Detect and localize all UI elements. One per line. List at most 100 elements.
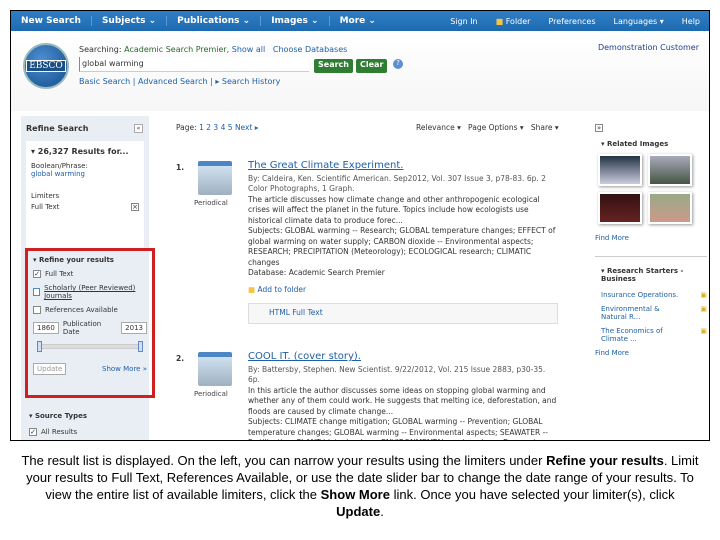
- publication-type: Periodical: [194, 199, 228, 207]
- update-button[interactable]: Update: [33, 363, 67, 375]
- caption-text: link. Once you have selected your limite…: [389, 487, 675, 502]
- preferences-link[interactable]: Preferences: [539, 17, 604, 26]
- clear-button[interactable]: Clear: [356, 59, 388, 73]
- related-image[interactable]: [648, 154, 692, 186]
- result-database: Database: Academic Search Premier: [248, 268, 385, 277]
- expand-icon[interactable]: »: [595, 124, 603, 132]
- publication-type: Periodical: [194, 390, 228, 398]
- limiters-label: Limiters: [31, 192, 60, 200]
- scholarly-label[interactable]: Scholarly (Peer Reviewed) Journals: [44, 284, 147, 300]
- refine-results-title[interactable]: ▾ Refine your results: [33, 256, 147, 264]
- customer-name: Demonstration Customer: [597, 43, 699, 52]
- limiter-full-text: Full Text: [31, 203, 60, 211]
- search-header: EBSCO Searching: Academic Search Premier…: [11, 31, 709, 111]
- page-2[interactable]: 2: [206, 123, 211, 132]
- help-icon[interactable]: ?: [393, 59, 403, 69]
- related-image[interactable]: [648, 192, 692, 224]
- nav-publications[interactable]: Publications ⌄: [167, 16, 262, 26]
- publication-date-label: Publication Date: [62, 320, 102, 336]
- refine-search-title: Refine Search: [26, 124, 89, 133]
- page-4[interactable]: 4: [221, 123, 226, 132]
- from-year-input[interactable]: 1860: [33, 322, 59, 334]
- show-all-link[interactable]: Show all: [232, 45, 265, 54]
- slider-handle-right[interactable]: [138, 341, 143, 352]
- search-input[interactable]: global warming: [79, 57, 309, 72]
- result-source: By: Battersby, Stephen. New Scientist. 9…: [248, 364, 546, 385]
- nav-new-search[interactable]: New Search: [11, 16, 92, 26]
- choose-databases-link[interactable]: Choose Databases: [273, 45, 347, 54]
- full-text-checkbox[interactable]: ✓: [33, 270, 41, 278]
- current-search-box: ▾ 26,327 Results for... Boolean/Phrase: …: [26, 141, 144, 251]
- result-number: 2.: [176, 354, 185, 363]
- result-options: Relevance ▾ Page Options ▾ Share ▾: [416, 123, 559, 132]
- result-abstract: The article discusses how climate change…: [248, 194, 540, 225]
- database-name: Academic Search Premier,: [124, 45, 230, 54]
- remove-limiter-icon[interactable]: ×: [131, 203, 139, 211]
- right-column: » ▾ Related Images Find More ▾ Research …: [595, 116, 707, 357]
- html-full-text-link[interactable]: HTML Full Text: [248, 303, 558, 324]
- related-image[interactable]: [598, 154, 642, 186]
- nav-more[interactable]: More ⌄: [330, 16, 386, 26]
- full-text-label: Full Text: [45, 270, 74, 278]
- searching-line: Searching: Academic Search Premier, Show…: [79, 45, 347, 54]
- search-button[interactable]: Search: [314, 59, 353, 73]
- result-source: By: Caldeira, Ken. Scientific American. …: [248, 173, 546, 194]
- result-abstract: In this article the author discusses som…: [248, 385, 557, 416]
- nav-subjects[interactable]: Subjects ⌄: [92, 16, 168, 26]
- related-images-title[interactable]: ▾ Related Images: [601, 140, 707, 148]
- page-options-menu[interactable]: Page Options ▾: [468, 123, 524, 132]
- share-menu[interactable]: Share ▾: [531, 123, 559, 132]
- page-5[interactable]: 5: [228, 123, 233, 132]
- help-link[interactable]: Help: [673, 17, 709, 26]
- sort-menu[interactable]: Relevance ▾: [416, 123, 461, 132]
- next-page[interactable]: Next ▸: [235, 123, 259, 132]
- add-to-folder-link[interactable]: ■ Add to folder: [248, 285, 558, 296]
- page-1[interactable]: 1: [199, 123, 204, 132]
- find-more-images-link[interactable]: Find More: [595, 234, 707, 242]
- search-history-link[interactable]: ▸ Search History: [215, 77, 280, 86]
- sign-in-link[interactable]: Sign In: [441, 17, 486, 26]
- research-starter-link[interactable]: Environmental & Natural R...: [601, 305, 681, 321]
- ebsco-logo[interactable]: EBSCO: [23, 43, 69, 89]
- instruction-caption: The result list is displayed. On the lef…: [20, 452, 700, 520]
- result-title[interactable]: COOL IT. (cover story).: [248, 351, 558, 363]
- searching-label: Searching:: [79, 45, 122, 54]
- result-subjects: Subjects: CLIMATE change mitigation; GLO…: [248, 417, 548, 440]
- related-image[interactable]: [598, 192, 642, 224]
- top-nav: New Search Subjects ⌄ Publications ⌄ Ima…: [11, 11, 709, 31]
- references-checkbox[interactable]: [33, 306, 41, 314]
- full-text-icon[interactable]: ▣: [700, 291, 707, 299]
- slider-handle-left[interactable]: [37, 341, 42, 352]
- scholarly-checkbox[interactable]: [33, 288, 41, 296]
- all-results-checkbox[interactable]: ✓: [29, 428, 37, 436]
- nav-images[interactable]: Images ⌄: [261, 16, 330, 26]
- results-count: ▾ 26,327 Results for...: [31, 147, 129, 156]
- research-starter-link[interactable]: Insurance Operations.: [601, 291, 678, 299]
- caption-text: The result list is displayed. On the lef…: [21, 453, 547, 468]
- advanced-search-link[interactable]: Advanced Search: [138, 77, 208, 86]
- full-text-icon[interactable]: ▣: [700, 327, 707, 343]
- research-starter-link[interactable]: The Economics of Climate ...: [601, 327, 671, 343]
- caption-bold: Show More: [320, 487, 390, 502]
- page-3[interactable]: 3: [213, 123, 218, 132]
- result-subjects: Subjects: GLOBAL warming -- Research; GL…: [248, 226, 556, 267]
- result-title[interactable]: The Great Climate Experiment.: [248, 160, 558, 172]
- periodical-icon[interactable]: [198, 161, 232, 195]
- collapse-icon[interactable]: «: [134, 124, 143, 133]
- folder-link[interactable]: ■ Folder: [487, 17, 540, 26]
- add-to-folder-label: Add to folder: [257, 284, 307, 294]
- boolean-label: Boolean/Phrase:: [31, 162, 88, 170]
- date-slider[interactable]: [37, 341, 143, 352]
- find-more-starters-link[interactable]: Find More: [595, 349, 707, 357]
- to-year-input[interactable]: 2013: [121, 322, 147, 334]
- languages-menu[interactable]: Languages ▾: [605, 17, 673, 26]
- source-types-title[interactable]: ▾ Source Types: [29, 412, 87, 420]
- full-text-icon[interactable]: ▣: [700, 305, 707, 321]
- basic-search-link[interactable]: Basic Search: [79, 77, 130, 86]
- research-starters-title[interactable]: ▾ Research Starters - Business: [595, 256, 707, 283]
- periodical-icon[interactable]: [198, 352, 232, 386]
- folder-icon: ■: [495, 16, 504, 26]
- caption-text: .: [380, 504, 384, 519]
- show-more-link[interactable]: Show More »: [102, 365, 147, 373]
- folder-icon: ■: [248, 284, 256, 294]
